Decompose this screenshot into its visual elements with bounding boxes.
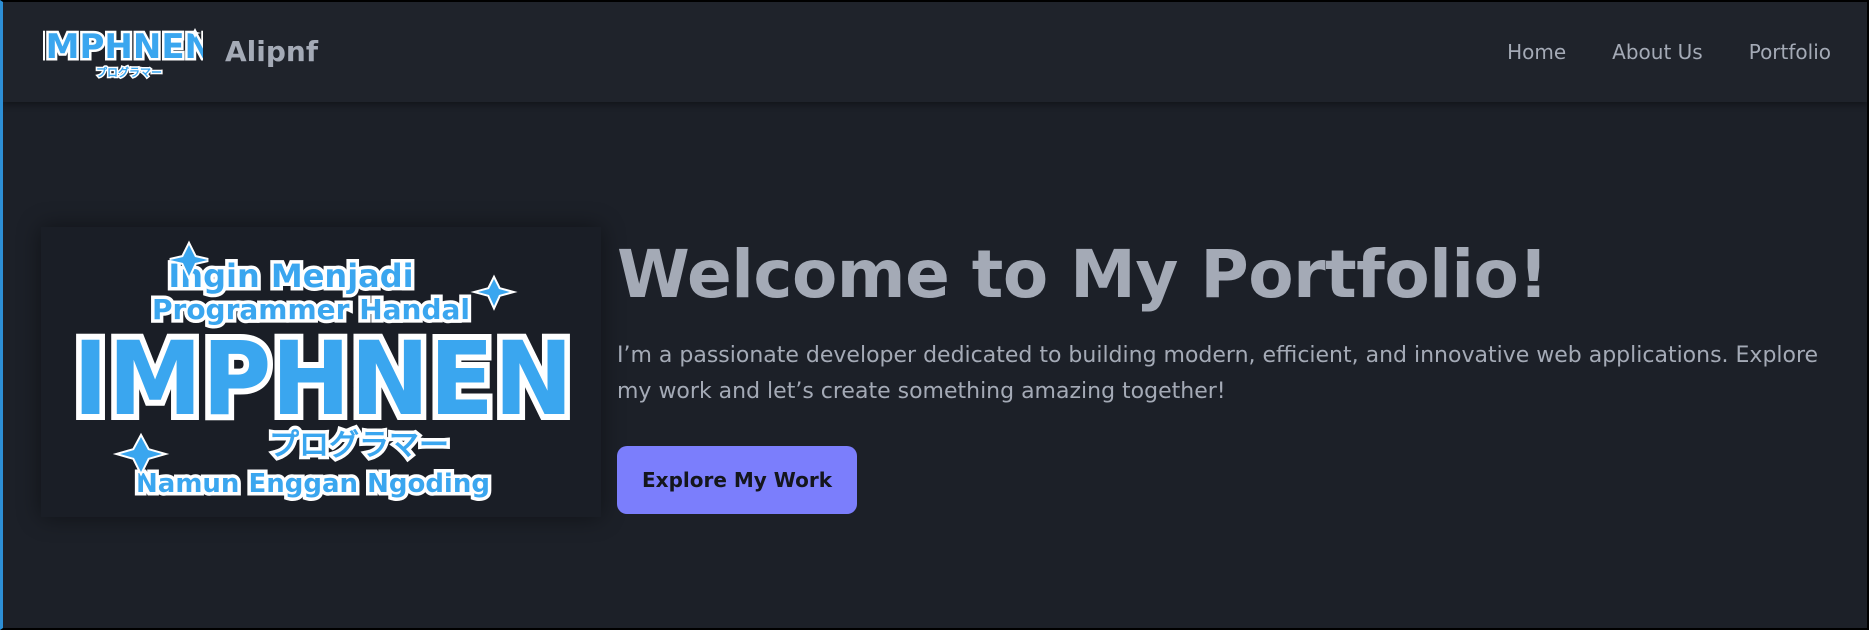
hero-banner-image: Ingin Menjadi Programmer Handal IMPHNEN … <box>41 227 601 517</box>
hero-description: I’m a passionate developer dedicated to … <box>617 343 1819 404</box>
sparkle-icon <box>112 432 170 477</box>
banner-tagline-bottom: Namun Enggan Ngoding <box>136 469 490 499</box>
nav-link-portfolio[interactable]: Portfolio <box>1749 40 1831 64</box>
navbar: IMPHNEN プログラマー Alipnf Home About Us Port… <box>3 2 1867 102</box>
logo-katakana: プログラマー <box>96 65 162 79</box>
sparkle-icon <box>470 274 518 311</box>
nav-link-home[interactable]: Home <box>1507 40 1566 64</box>
main-nav: Home About Us Portfolio <box>1507 2 1831 102</box>
hero-section: Welcome to My Portfolio! I’m a passionat… <box>617 234 1847 514</box>
logo-wordmark: IMPHNEN <box>43 27 203 67</box>
hero-title: Welcome to My Portfolio! <box>617 236 1548 313</box>
banner-katakana: プログラマー <box>269 428 449 463</box>
browser-viewport: IMPHNEN プログラマー Alipnf Home About Us Port… <box>0 0 1869 630</box>
nav-link-about-us[interactable]: About Us <box>1612 40 1703 64</box>
banner-title: IMPHNEN <box>73 320 573 439</box>
brand-name[interactable]: Alipnf <box>225 35 318 68</box>
imphnen-logo[interactable]: IMPHNEN プログラマー <box>43 22 203 82</box>
imphnen-banner-graphic: Ingin Menjadi Programmer Handal IMPHNEN … <box>67 240 579 503</box>
explore-my-work-button[interactable]: Explore My Work <box>617 446 858 514</box>
